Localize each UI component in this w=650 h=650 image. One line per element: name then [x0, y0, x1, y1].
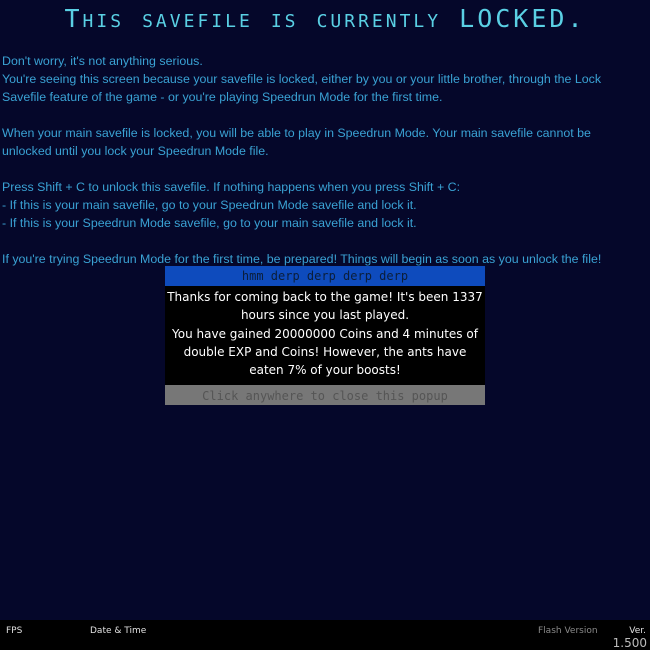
flash-version-label: Flash Version [538, 626, 598, 636]
info-paragraph: When your main savefile is locked, you w… [2, 126, 591, 158]
datetime-label: Date & Time [90, 626, 147, 636]
close-popup-button[interactable]: Click anywhere to close this popup [165, 385, 485, 405]
fps-label: FPS [6, 626, 23, 636]
welcome-back-popup[interactable]: hmm derp derp derp derp Thanks for comin… [165, 266, 485, 405]
version-label: Ver. [629, 626, 646, 636]
version-number: 1.500 [612, 636, 647, 650]
popup-header: hmm derp derp derp derp [165, 266, 485, 286]
lock-info-text: Don't worry, it's not anything serious. … [2, 52, 642, 268]
info-line: - If this is your main savefile, go to y… [2, 198, 417, 212]
status-bar: FPS Date & Time Flash Version Ver. 1.500 [0, 620, 650, 650]
info-line: Press Shift + C to unlock this savefile.… [2, 180, 461, 194]
popup-message: You have gained 20000000 Coins and 4 min… [172, 326, 478, 378]
page-title: This savefile is currently LOCKED. [64, 4, 586, 33]
popup-message: Thanks for coming back to the game! It's… [167, 290, 483, 323]
info-line: Don't worry, it's not anything serious. [2, 54, 203, 68]
popup-body: Thanks for coming back to the game! It's… [165, 286, 485, 379]
info-line: You're seeing this screen because your s… [2, 72, 602, 104]
info-line: - If this is your Speedrun Mode savefile… [2, 216, 417, 230]
